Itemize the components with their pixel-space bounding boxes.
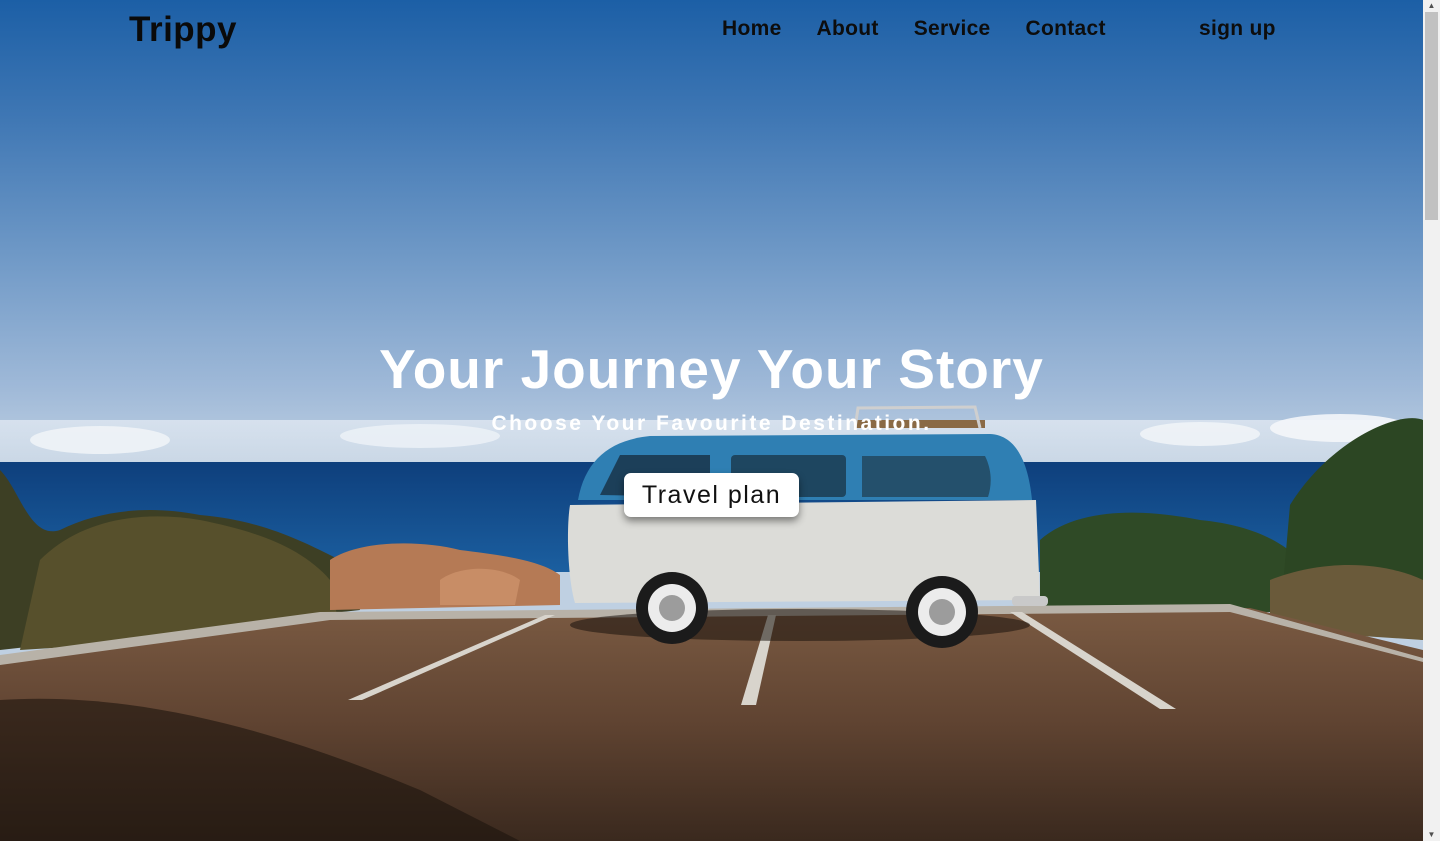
- brand-logo[interactable]: Trippy: [129, 10, 237, 50]
- page: Trippy Home About Service Contact sign u…: [0, 0, 1440, 841]
- nav-link-about[interactable]: About: [817, 17, 879, 41]
- hero-headline: Your Journey Your Story: [379, 338, 1044, 400]
- nav-link-contact[interactable]: Contact: [1026, 17, 1106, 41]
- triangle-down-icon[interactable]: ▼: [1423, 829, 1440, 841]
- hero-subheadline: Choose Your Favourite Destination.: [491, 412, 932, 435]
- triangle-up-icon[interactable]: ▲: [1423, 0, 1440, 12]
- nav-link-service[interactable]: Service: [914, 17, 991, 41]
- scrollbar-thumb[interactable]: [1425, 12, 1438, 220]
- hero-section: Trippy Home About Service Contact sign u…: [0, 0, 1423, 841]
- travel-plan-button[interactable]: Travel plan: [624, 473, 799, 517]
- main-navigation: Home About Service Contact: [722, 17, 1141, 41]
- signup-link[interactable]: sign up: [1199, 17, 1276, 41]
- page-scrollbar[interactable]: ▲ ▼: [1423, 0, 1440, 841]
- nav-link-home[interactable]: Home: [722, 17, 782, 41]
